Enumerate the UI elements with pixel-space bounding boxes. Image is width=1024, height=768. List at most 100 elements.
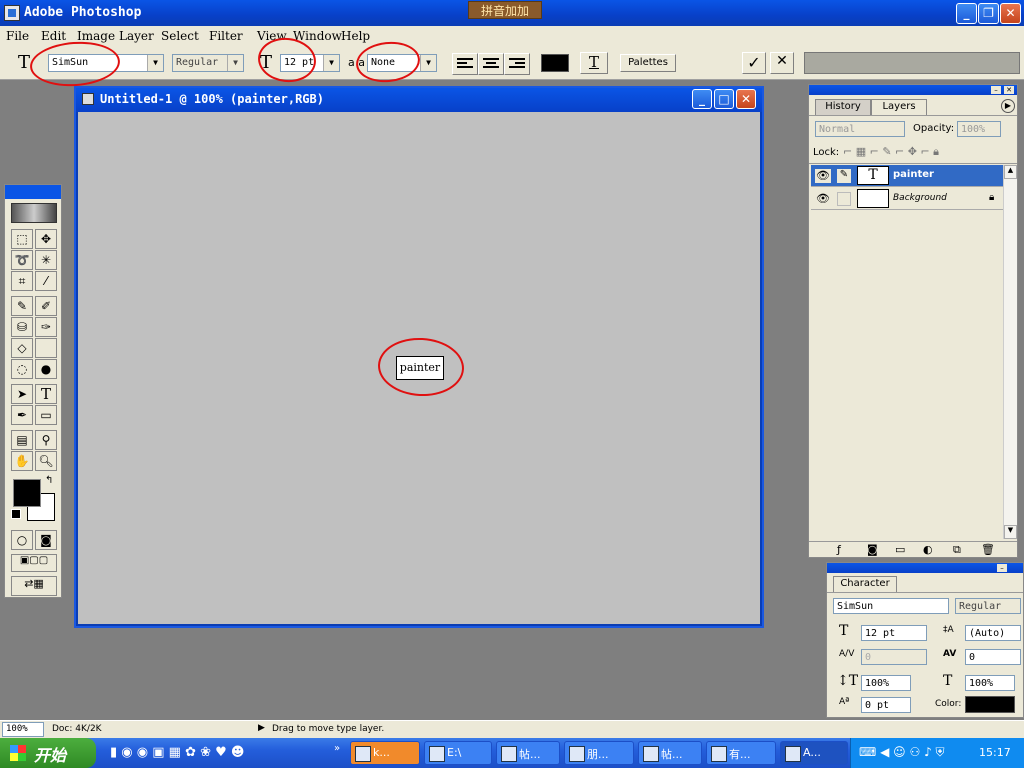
- chevron-down-icon[interactable]: ▼: [420, 55, 436, 71]
- char-font-family-select[interactable]: SimSun: [833, 598, 949, 614]
- taskbar-item-3[interactable]: 朋...: [564, 741, 634, 765]
- align-center-button[interactable]: [478, 53, 504, 75]
- lock-options-icons[interactable]: ⌐ ▦ ⌐ ✎ ⌐ ✥ ⌐ 🔒︎: [843, 145, 939, 159]
- layers-palette-title-bar[interactable]: [809, 85, 1017, 95]
- pen-tool-icon[interactable]: ✒: [11, 405, 33, 425]
- layer-name[interactable]: painter: [893, 169, 934, 180]
- eye-visibility-icon[interactable]: 👁︎: [815, 169, 831, 183]
- gradient-tool-icon[interactable]: [35, 338, 57, 358]
- doc-close-button[interactable]: ✕: [736, 89, 756, 109]
- palette-minimize-button[interactable]: –: [991, 86, 1001, 94]
- tray-icons[interactable]: ⌨ ◀ ☺ ⚇ ♪ ⛨: [859, 745, 945, 760]
- tab-character[interactable]: Character: [833, 576, 897, 592]
- blur-tool-icon[interactable]: ◌: [11, 359, 33, 379]
- layer-style-icon[interactable]: ƒ: [837, 543, 841, 556]
- path-selection-tool-icon[interactable]: ➤: [11, 384, 33, 404]
- char-hscale-field[interactable]: 100%: [965, 675, 1015, 691]
- new-set-folder-icon[interactable]: ▭: [895, 543, 905, 556]
- shape-tool-icon[interactable]: ▭: [35, 405, 57, 425]
- text-color-swatch[interactable]: [541, 54, 569, 72]
- eraser-tool-icon[interactable]: ◇: [11, 338, 33, 358]
- char-kerning-field[interactable]: 0: [861, 649, 927, 665]
- add-mask-icon[interactable]: ◙: [867, 543, 878, 556]
- character-palette-title-bar[interactable]: [827, 563, 1023, 573]
- chevron-down-icon[interactable]: ▼: [147, 55, 163, 71]
- chevron-down-icon[interactable]: ▼: [323, 55, 339, 71]
- brush-link-icon[interactable]: ✎: [837, 169, 851, 183]
- status-arrow-icon[interactable]: ▶: [258, 723, 265, 733]
- taskbar-item-0[interactable]: k...: [350, 741, 420, 765]
- zoom-field[interactable]: 100%: [2, 722, 44, 737]
- app-title-bar[interactable]: Adobe Photoshop 拼音加加 _ ❐ ✕: [0, 0, 1024, 26]
- jump-to-imageready-icon[interactable]: ⇄▦: [11, 576, 57, 596]
- layer-name[interactable]: Background: [893, 193, 947, 203]
- char-vscale-field[interactable]: 100%: [861, 675, 911, 691]
- ime-indicator[interactable]: 拼音加加: [468, 1, 542, 19]
- minimize-button[interactable]: _: [956, 3, 977, 24]
- palette-well[interactable]: [804, 52, 1020, 74]
- taskbar-item-5[interactable]: 有...: [706, 741, 776, 765]
- palette-menu-icon[interactable]: ▶: [1001, 99, 1015, 113]
- opacity-field[interactable]: 100%: [957, 121, 1001, 137]
- menu-help[interactable]: Help: [341, 29, 370, 43]
- slice-tool-icon[interactable]: ⁄: [35, 271, 57, 291]
- hand-tool-icon[interactable]: ✋: [11, 451, 33, 471]
- char-color-swatch[interactable]: [965, 696, 1015, 713]
- tab-layers[interactable]: Layers: [871, 99, 927, 115]
- menu-layer[interactable]: Layer: [119, 29, 154, 43]
- char-leading-field[interactable]: (Auto): [965, 625, 1021, 641]
- adjustment-layer-icon[interactable]: ◐: [923, 543, 933, 556]
- toolbox-title-bar[interactable]: [5, 185, 61, 199]
- eye-visibility-icon[interactable]: 👁︎: [815, 192, 831, 206]
- lasso-tool-icon[interactable]: ➰: [11, 250, 33, 270]
- restore-button[interactable]: ❐: [978, 3, 999, 24]
- screen-mode-icon[interactable]: ▣▢▢: [11, 554, 57, 572]
- tab-history[interactable]: History: [815, 99, 871, 115]
- type-tool-button-icon[interactable]: T: [35, 384, 57, 404]
- magic-wand-tool-icon[interactable]: ✳: [35, 250, 57, 270]
- menu-select[interactable]: Select: [161, 29, 199, 43]
- commit-button[interactable]: ✓: [742, 52, 766, 74]
- swap-colors-icon[interactable]: ↰: [45, 475, 53, 486]
- quick-launch-overflow-icon[interactable]: »: [334, 743, 340, 754]
- chevron-down-icon[interactable]: ▼: [227, 55, 243, 71]
- start-button[interactable]: 开始: [0, 738, 96, 768]
- trash-icon[interactable]: 🗑︎: [981, 543, 995, 556]
- document-title-bar[interactable]: Untitled-1 @ 100% (painter,RGB) _ □ ✕: [76, 88, 762, 112]
- palette-close-button[interactable]: ✕: [1004, 86, 1014, 94]
- layer-row-painter[interactable]: 👁︎ ✎ T painter: [811, 165, 1003, 187]
- char-baseline-field[interactable]: 0 pt: [861, 697, 911, 713]
- doc-maximize-button[interactable]: □: [714, 89, 734, 109]
- foreground-color-swatch[interactable]: [13, 479, 41, 507]
- menu-file[interactable]: File: [6, 29, 29, 43]
- align-left-button[interactable]: [452, 53, 478, 75]
- layers-scrollbar[interactable]: ▲ ▼: [1003, 165, 1017, 539]
- standard-mode-icon[interactable]: ○: [11, 530, 33, 550]
- palette-minimize-button[interactable]: –: [997, 564, 1007, 572]
- taskbar-item-2[interactable]: 帖...: [496, 741, 560, 765]
- taskbar-item-1[interactable]: E:\: [424, 741, 492, 765]
- new-layer-icon[interactable]: ⧉: [953, 543, 961, 557]
- layer-row-background[interactable]: 👁︎ Background 🔒︎: [811, 188, 1003, 210]
- brush-tool-icon[interactable]: ✐: [35, 296, 57, 316]
- dodge-tool-icon[interactable]: ●: [35, 359, 57, 379]
- font-style-select[interactable]: Regular ▼: [172, 54, 244, 72]
- warp-text-button[interactable]: T: [580, 52, 608, 74]
- cancel-button[interactable]: ✕: [770, 52, 794, 74]
- taskbar-item-6[interactable]: A...: [780, 741, 848, 765]
- char-font-style-select[interactable]: Regular: [955, 598, 1021, 614]
- char-tracking-field[interactable]: 0: [965, 649, 1021, 665]
- menu-filter[interactable]: Filter: [209, 29, 243, 43]
- clone-stamp-tool-icon[interactable]: ⛁: [11, 317, 33, 337]
- align-right-button[interactable]: [504, 53, 530, 75]
- quick-mask-mode-icon[interactable]: ◙: [35, 530, 57, 550]
- move-tool-icon[interactable]: ✥: [35, 229, 57, 249]
- adobe-online-icon[interactable]: [11, 203, 57, 223]
- default-colors-icon[interactable]: [11, 509, 21, 519]
- quick-launch-icons[interactable]: ▮ ◉ ◉ ▣ ▦ ✿ ❀ ♥ ☻: [110, 745, 244, 760]
- scroll-up-icon[interactable]: ▲: [1004, 165, 1017, 179]
- eyedropper-tool-icon[interactable]: ⚲: [35, 430, 57, 450]
- doc-minimize-button[interactable]: _: [692, 89, 712, 109]
- marquee-tool-icon[interactable]: ⬚: [11, 229, 33, 249]
- link-slot-icon[interactable]: [837, 192, 851, 206]
